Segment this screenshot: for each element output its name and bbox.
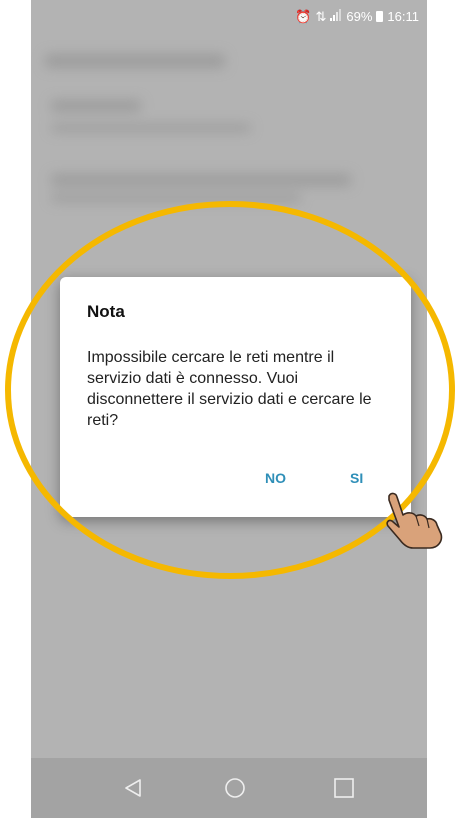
si-button[interactable]: SI bbox=[350, 470, 363, 486]
blurred-background-content bbox=[31, 34, 427, 274]
dialog-message: Impossibile cercare le reti mentre il se… bbox=[87, 349, 372, 429]
battery-percent: 69% bbox=[346, 9, 373, 24]
phone-screen: ⏰ ⇅ 69% 16:11 Nota Impossibile cercare l… bbox=[31, 0, 427, 818]
alarm-clock-icon: ⏰ bbox=[295, 8, 312, 24]
back-triangle-icon[interactable] bbox=[120, 775, 146, 801]
no-button[interactable]: NO bbox=[265, 470, 286, 486]
recents-square-icon[interactable] bbox=[331, 775, 357, 801]
dialog-title: Nota bbox=[87, 302, 125, 321]
battery-icon bbox=[376, 11, 384, 22]
mobile-data-icon: ⇅ bbox=[315, 8, 327, 24]
navigation-bar bbox=[31, 758, 427, 818]
clock-time: 16:11 bbox=[387, 9, 419, 24]
status-bar: ⏰ ⇅ 69% 16:11 bbox=[31, 0, 427, 34]
alert-dialog: Nota Impossibile cercare le reti mentre … bbox=[60, 277, 411, 517]
home-circle-icon[interactable] bbox=[222, 775, 248, 801]
status-icons: ⏰ ⇅ 69% 16:11 bbox=[295, 9, 419, 24]
signal-bars-icon bbox=[330, 9, 342, 24]
